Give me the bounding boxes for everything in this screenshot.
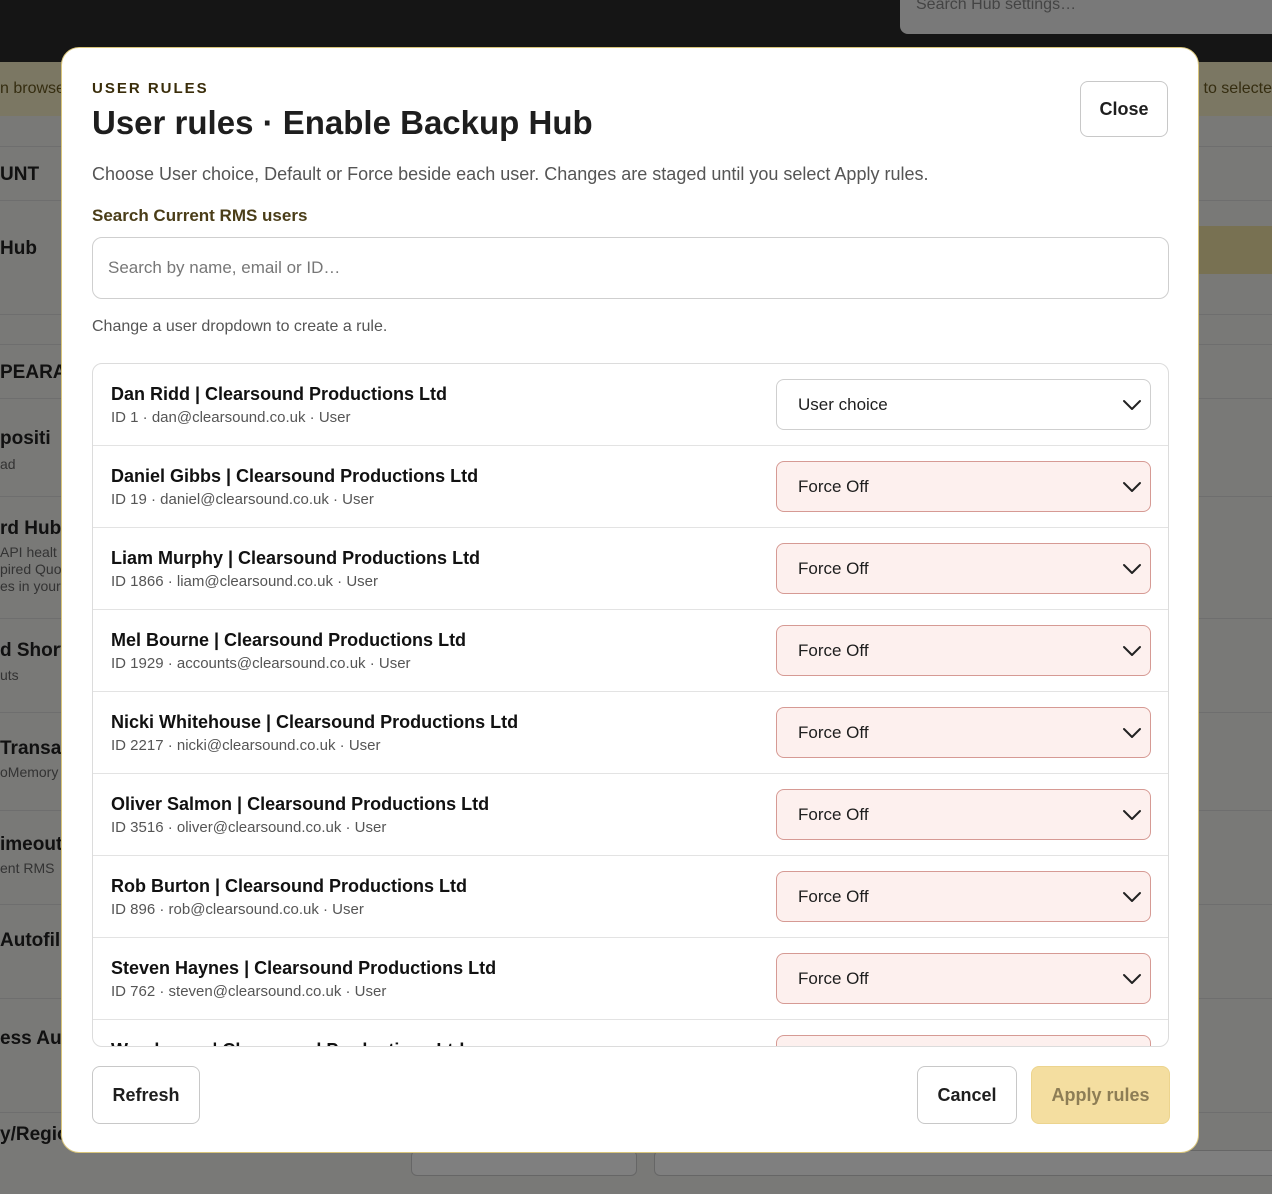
- user-row: Rob Burton | Clearsound Productions Ltd I…: [93, 856, 1168, 938]
- chevron-down-icon: [1120, 559, 1144, 584]
- close-button[interactable]: Close: [1080, 81, 1168, 137]
- cancel-button[interactable]: Cancel: [917, 1066, 1017, 1124]
- user-name: Nicki Whitehouse | Clearsound Production…: [111, 712, 519, 732]
- user-meta: ID 762 · steven@clearsound.co.uk · User: [111, 983, 387, 1000]
- user-meta: ID 19 · daniel@clearsound.co.uk · User: [111, 491, 374, 508]
- user-row: Warehouse | Clearsound Productions Ltd: [93, 1020, 1168, 1046]
- dialog-eyebrow: USER RULES: [92, 80, 209, 97]
- chevron-down-icon: [1120, 641, 1144, 666]
- user-name: Steven Haynes | Clearsound Productions L…: [111, 958, 497, 978]
- user-row: Oliver Salmon | Clearsound Productions L…: [93, 774, 1168, 856]
- user-name: Rob Burton | Clearsound Productions Ltd: [111, 876, 468, 896]
- user-row: Mel Bourne | Clearsound Productions Ltd I…: [93, 610, 1168, 692]
- rule-select-value: Force Off: [798, 969, 869, 988]
- user-name: Liam Murphy | Clearsound Productions Ltd: [111, 548, 481, 568]
- chevron-down-icon: [1120, 395, 1144, 420]
- dialog-description: Choose User choice, Default or Force bes…: [92, 164, 929, 184]
- user-rule-select[interactable]: Force Off: [776, 625, 1151, 676]
- user-list[interactable]: Dan Ridd | Clearsound Productions Ltd ID …: [92, 363, 1169, 1047]
- rule-select-value: Force Off: [798, 641, 869, 660]
- chevron-down-icon: [1120, 805, 1144, 830]
- user-row: Liam Murphy | Clearsound Productions Ltd…: [93, 528, 1168, 610]
- search-label: Search Current RMS users: [92, 206, 308, 225]
- rule-select-value: Force Off: [798, 477, 869, 496]
- rule-select-value: User choice: [798, 395, 888, 414]
- rule-select-value: Force Off: [798, 559, 869, 578]
- user-name: Daniel Gibbs | Clearsound Productions Lt…: [111, 466, 479, 486]
- user-rule-select[interactable]: Force Off: [776, 461, 1151, 512]
- rule-select-value: Force Off: [798, 805, 869, 824]
- user-rule-select[interactable]: Force Off: [776, 707, 1151, 758]
- chevron-down-icon: [1120, 887, 1144, 912]
- refresh-button[interactable]: Refresh: [92, 1066, 200, 1124]
- user-meta: ID 1 · dan@clearsound.co.uk · User: [111, 409, 351, 426]
- rule-select-value: Force Off: [798, 887, 869, 906]
- user-meta: ID 896 · rob@clearsound.co.uk · User: [111, 901, 364, 918]
- apply-rules-button[interactable]: Apply rules: [1031, 1066, 1170, 1124]
- chevron-down-icon: [1120, 723, 1144, 748]
- user-rule-select[interactable]: [776, 1035, 1151, 1046]
- user-rule-select[interactable]: Force Off: [776, 789, 1151, 840]
- user-rule-select[interactable]: Force Off: [776, 543, 1151, 594]
- user-meta: ID 1929 · accounts@clearsound.co.uk · Us…: [111, 655, 411, 672]
- user-name: Warehouse | Clearsound Productions Ltd: [111, 1040, 464, 1046]
- user-meta: ID 3516 · oliver@clearsound.co.uk · User: [111, 819, 387, 836]
- dialog-title: User rules · Enable Backup Hub: [92, 104, 593, 141]
- user-row: Dan Ridd | Clearsound Productions Ltd ID …: [93, 364, 1168, 446]
- user-name: Dan Ridd | Clearsound Productions Ltd: [111, 384, 448, 404]
- user-rule-select[interactable]: Force Off: [776, 953, 1151, 1004]
- user-name: Mel Bourne | Clearsound Productions Ltd: [111, 630, 467, 650]
- user-meta: ID 2217 · nicki@clearsound.co.uk · User: [111, 737, 381, 754]
- chevron-down-icon: [1120, 969, 1144, 994]
- user-rule-select[interactable]: User choice: [776, 379, 1151, 430]
- user-row: Nicki Whitehouse | Clearsound Production…: [93, 692, 1168, 774]
- rule-select-value: Force Off: [798, 723, 869, 742]
- user-name: Oliver Salmon | Clearsound Productions L…: [111, 794, 490, 814]
- rule-hint: Change a user dropdown to create a rule.: [92, 318, 388, 335]
- user-row: Steven Haynes | Clearsound Productions L…: [93, 938, 1168, 1020]
- user-search-input[interactable]: [92, 237, 1169, 299]
- chevron-down-icon: [1120, 477, 1144, 502]
- user-row: Daniel Gibbs | Clearsound Productions Lt…: [93, 446, 1168, 528]
- user-rules-dialog: USER RULES User rules · Enable Backup Hu…: [61, 47, 1199, 1153]
- user-meta: ID 1866 · liam@clearsound.co.uk · User: [111, 573, 378, 590]
- user-rule-select[interactable]: Force Off: [776, 871, 1151, 922]
